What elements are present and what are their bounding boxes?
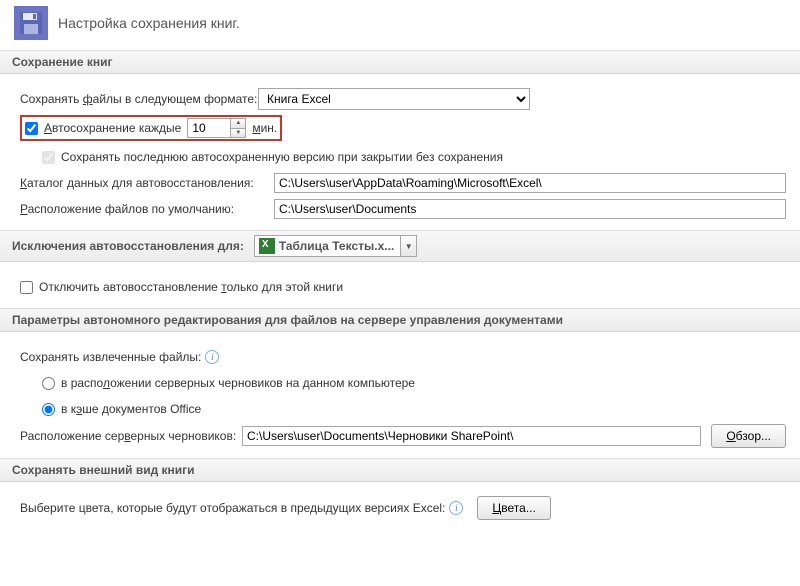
save-floppy-icon	[14, 6, 48, 40]
recovery-dir-label: Каталог данных для автовосстановления:	[20, 176, 274, 190]
disable-autorecover-checkbox[interactable]	[20, 281, 33, 294]
save-format-label: Сохранять файлы в следующем формате:	[20, 92, 258, 106]
colors-button[interactable]: Цвета...	[477, 496, 550, 520]
keep-last-autosave-checkbox	[42, 151, 55, 164]
autosave-label: Автосохранение каждые	[44, 121, 181, 135]
excel-workbook-icon	[259, 238, 275, 254]
section-offline-editing: Параметры автономного редактирования для…	[0, 308, 800, 332]
disable-autorecover-label: Отключить автовосстановление только для …	[39, 280, 343, 294]
save-format-select[interactable]: Книга Excel	[258, 88, 530, 110]
page-header: Настройка сохранения книг.	[0, 0, 800, 50]
workbook-select-dropdown[interactable]: ▼	[401, 235, 417, 257]
autosave-interval-input[interactable]	[188, 119, 230, 137]
section-recovery-exceptions: Исключения автовосстановления для: Табли…	[0, 230, 800, 262]
autosave-unit-label: мин.	[252, 121, 277, 135]
page-title: Настройка сохранения книг.	[58, 15, 240, 31]
server-drafts-location-radio[interactable]	[42, 377, 55, 390]
recovery-dir-input[interactable]	[274, 173, 786, 193]
workbook-name: Таблица Тексты.x...	[279, 239, 400, 253]
autosave-checkbox[interactable]	[25, 122, 38, 135]
section-appearance: Сохранять внешний вид книги	[0, 458, 800, 482]
section-save-books: Сохранение книг	[0, 50, 800, 74]
browse-button[interactable]: Обзор...	[711, 424, 786, 448]
info-icon[interactable]: i	[449, 501, 463, 515]
color-prompt-label: Выберите цвета, которые будут отображать…	[20, 501, 445, 515]
server-drafts-dir-label: Расположение серверных черновиков:	[20, 429, 242, 443]
recovery-exceptions-label: Исключения автовосстановления для:	[12, 239, 244, 253]
autosave-highlight: Автосохранение каждые ▲ ▼ мин.	[20, 115, 282, 141]
server-drafts-location-label: в расположении серверных черновиков на д…	[61, 376, 415, 390]
save-checked-out-label: Сохранять извлеченные файлы:	[20, 350, 201, 364]
workbook-select[interactable]: Таблица Тексты.x...	[254, 235, 401, 257]
keep-last-autosave-label: Сохранять последнюю автосохраненную верс…	[61, 150, 503, 164]
spinner-down-icon[interactable]: ▼	[231, 129, 245, 138]
default-location-label: Расположение файлов по умолчанию:	[20, 202, 274, 216]
autosave-interval-spinner[interactable]: ▲ ▼	[187, 118, 246, 138]
default-location-input[interactable]	[274, 199, 786, 219]
spinner-up-icon[interactable]: ▲	[231, 119, 245, 129]
office-cache-label: в кэше документов Office	[61, 402, 201, 416]
info-icon[interactable]: i	[205, 350, 219, 364]
office-cache-radio[interactable]	[42, 403, 55, 416]
server-drafts-dir-input[interactable]	[242, 426, 701, 446]
